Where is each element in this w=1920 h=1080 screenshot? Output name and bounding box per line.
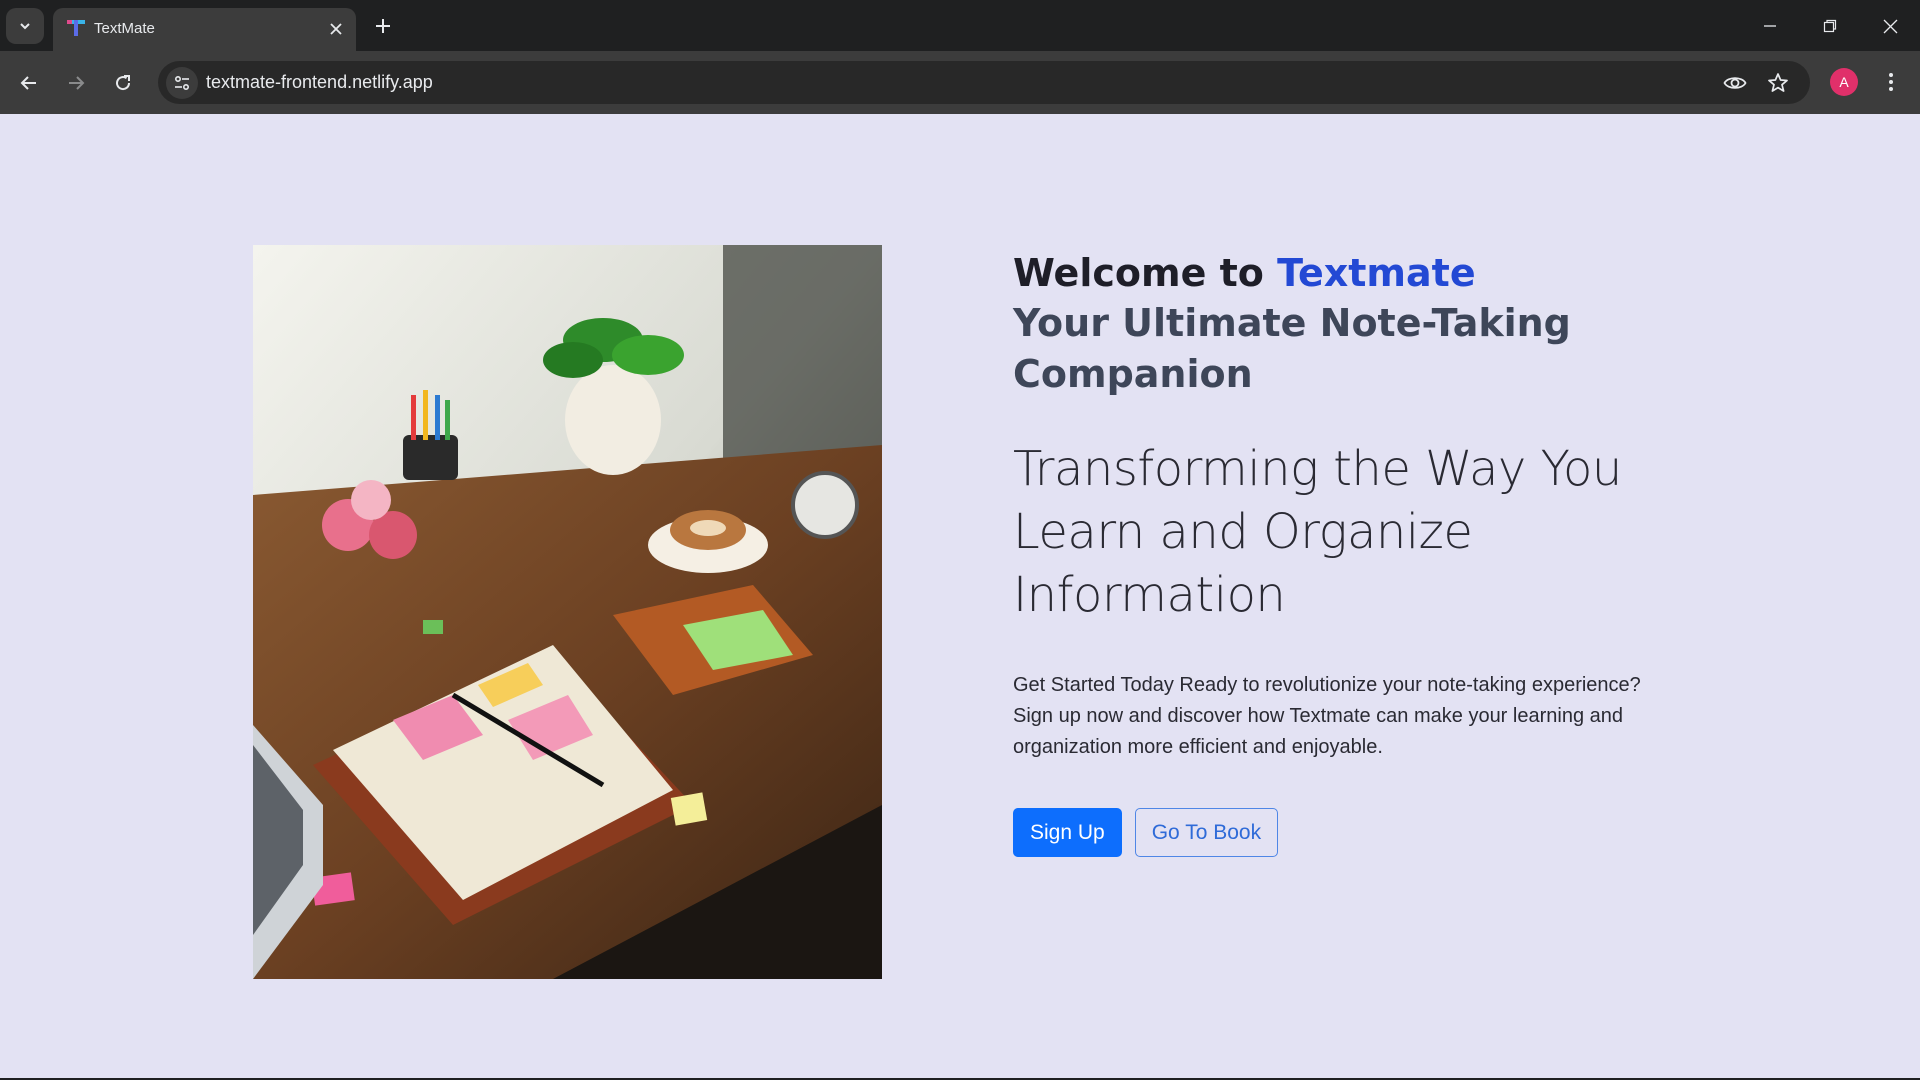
restore-icon — [1823, 19, 1837, 33]
eye-button[interactable] — [1721, 69, 1749, 97]
arrow-right-icon — [69, 76, 85, 90]
sign-up-button[interactable]: Sign Up — [1013, 808, 1122, 857]
welcome-prefix: Welcome to — [1013, 251, 1278, 295]
textmate-favicon-icon — [67, 20, 85, 36]
star-icon — [1768, 73, 1788, 92]
minimize-icon — [1764, 25, 1776, 27]
welcome-heading: Welcome to Textmate — [1013, 248, 1693, 298]
url-text[interactable]: textmate-frontend.netlify.app — [206, 72, 433, 93]
new-tab-button[interactable] — [370, 13, 396, 39]
reload-button[interactable] — [107, 67, 139, 99]
bookmark-button[interactable] — [1764, 69, 1792, 97]
reload-icon — [116, 75, 131, 91]
browser-tab-strip: TextMate — [0, 0, 1920, 51]
hero-illustration — [253, 245, 882, 979]
address-bar[interactable]: textmate-frontend.netlify.app — [158, 61, 1810, 104]
browser-toolbar: textmate-frontend.netlify.app A — [0, 51, 1920, 114]
landing-page: Welcome to Textmate Your Ultimate Note-T… — [0, 114, 1920, 1078]
close-window-button[interactable] — [1875, 12, 1905, 40]
kebab-menu-icon — [1889, 73, 1893, 91]
back-button[interactable] — [13, 67, 45, 99]
tagline: Transforming the Way You Learn and Organ… — [1013, 441, 1622, 623]
go-to-book-button[interactable]: Go To Book — [1134, 808, 1279, 857]
restore-button[interactable] — [1815, 12, 1845, 40]
forward-button[interactable] — [60, 67, 92, 99]
minimize-button[interactable] — [1755, 12, 1785, 40]
plus-icon — [376, 19, 390, 33]
arrow-left-icon — [20, 76, 36, 90]
browser-menu-button[interactable] — [1877, 68, 1905, 96]
close-icon — [1883, 19, 1897, 33]
tab-search-button[interactable] — [6, 8, 44, 44]
tab-title: TextMate — [94, 20, 155, 37]
hero-content: Welcome to Textmate Your Ultimate Note-T… — [1013, 248, 1693, 857]
profile-avatar[interactable]: A — [1830, 68, 1858, 96]
hero-actions: Sign Up Go To Book — [1013, 808, 1693, 857]
close-tab-button[interactable] — [326, 19, 346, 39]
subtitle: Your Ultimate Note-Taking Companion — [1013, 301, 1571, 396]
close-icon — [330, 23, 342, 35]
eye-icon — [1723, 77, 1747, 89]
description: Get Started Today Ready to revolutionize… — [1013, 674, 1641, 758]
brand-name: Textmate — [1277, 251, 1476, 295]
tune-icon — [174, 75, 190, 91]
site-info-button[interactable] — [166, 67, 198, 99]
chevron-down-icon — [20, 23, 30, 30]
active-tab[interactable]: TextMate — [53, 8, 356, 51]
